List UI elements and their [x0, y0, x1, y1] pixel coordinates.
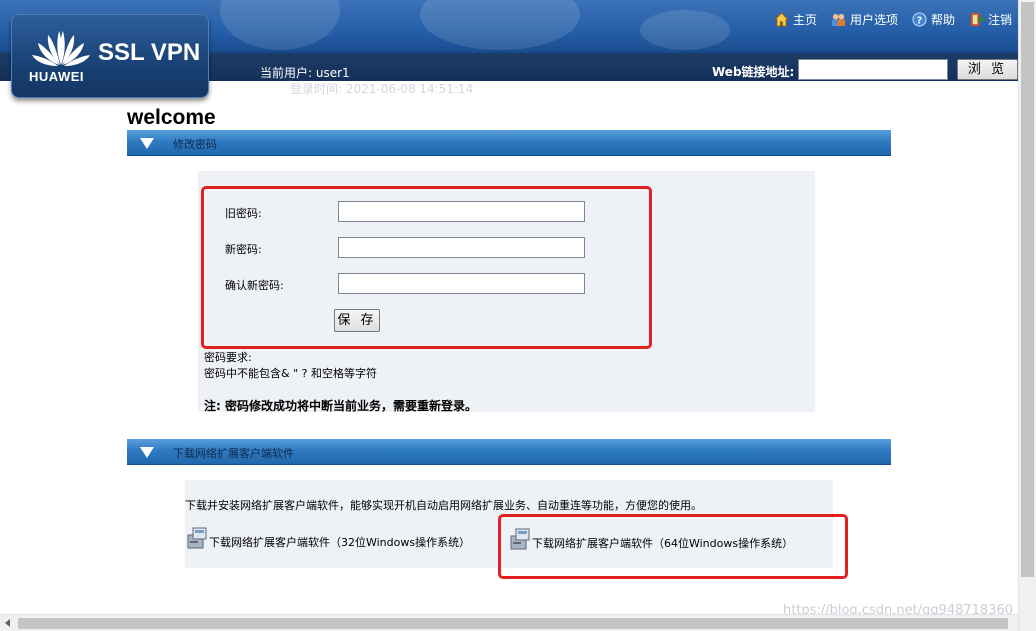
logout-icon — [970, 12, 984, 27]
product-name: SSL VPN — [98, 39, 201, 66]
login-time: 登录时间: 2021-06-08 14:51:14 — [290, 82, 474, 96]
installer-icon — [187, 527, 207, 549]
download-64bit-label: 下载网络扩展客户端软件（64位Windows操作系统） — [532, 537, 794, 550]
huawei-flower-icon — [32, 31, 90, 66]
download-description: 下载并安装网络扩展客户端软件，能够实现开机自动启用网络扩展业务、自动重连等功能，… — [185, 499, 702, 512]
nav-help-label: 帮助 — [930, 13, 955, 27]
top-nav: 主页 用户选项 ? 帮助 注销 — [773, 11, 1012, 28]
help-icon: ? — [912, 12, 927, 27]
nav-user-options[interactable]: 用户选项 — [831, 11, 898, 28]
section-change-password[interactable]: 修改密码 — [127, 130, 891, 156]
nav-logout[interactable]: 注销 — [969, 11, 1012, 28]
collapse-triangle-icon — [140, 447, 154, 458]
download-32bit-link[interactable]: 下载网络扩展客户端软件（32位Windows操作系统） — [186, 526, 470, 550]
installer-icon — [510, 528, 530, 550]
nav-home[interactable]: 主页 — [773, 11, 817, 28]
password-requirements-text: 密码中不能包含& " ? 和空格等字符 — [204, 367, 377, 380]
users-icon — [831, 13, 846, 27]
old-password-label: 旧密码: — [225, 207, 262, 220]
nav-home-label: 主页 — [792, 13, 817, 27]
scroll-left-arrow-icon[interactable] — [5, 619, 10, 627]
nav-logout-label: 注销 — [987, 13, 1012, 27]
section-download-client[interactable]: 下载网络扩展客户端软件 — [127, 439, 891, 465]
confirm-password-label: 确认新密码: — [225, 279, 284, 292]
web-link-input[interactable] — [798, 59, 948, 80]
current-user: 当前用户: user1 — [260, 66, 350, 80]
vertical-scroll-thumb[interactable] — [1021, 2, 1034, 577]
svg-text:?: ? — [917, 15, 922, 26]
home-icon — [773, 12, 789, 27]
nav-user-options-label: 用户选项 — [849, 13, 898, 27]
download-panel — [185, 480, 833, 568]
download-32bit-label: 下载网络扩展客户端软件（32位Windows操作系统） — [209, 536, 471, 549]
section-title: 下载网络扩展客户端软件 — [173, 447, 294, 460]
password-change-note: 注: 密码修改成功将中断当前业务，需要重新登录。 — [204, 399, 477, 413]
new-password-input[interactable] — [338, 237, 585, 258]
brand-name: HUAWEI — [29, 69, 84, 84]
save-button[interactable]: 保 存 — [334, 309, 380, 332]
horizontal-scrollbar[interactable] — [0, 614, 1018, 631]
nav-help[interactable]: ? 帮助 — [912, 11, 955, 28]
web-link-label: Web链接地址: — [712, 65, 795, 79]
vertical-scrollbar[interactable] — [1018, 0, 1036, 631]
download-64bit-link[interactable]: 下载网络扩展客户端软件（64位Windows操作系统） — [509, 527, 793, 551]
confirm-password-input[interactable] — [338, 273, 585, 294]
section-title: 修改密码 — [173, 138, 217, 151]
password-requirements-title: 密码要求: — [204, 351, 252, 364]
collapse-triangle-icon — [140, 138, 154, 149]
huawei-logo: HUAWEI SSL VPN — [11, 14, 209, 98]
horizontal-scroll-thumb[interactable] — [18, 618, 1008, 629]
new-password-label: 新密码: — [225, 243, 262, 256]
browse-button[interactable]: 浏 览 — [957, 59, 1018, 80]
old-password-input[interactable] — [338, 201, 585, 222]
page-title: welcome — [127, 106, 216, 129]
